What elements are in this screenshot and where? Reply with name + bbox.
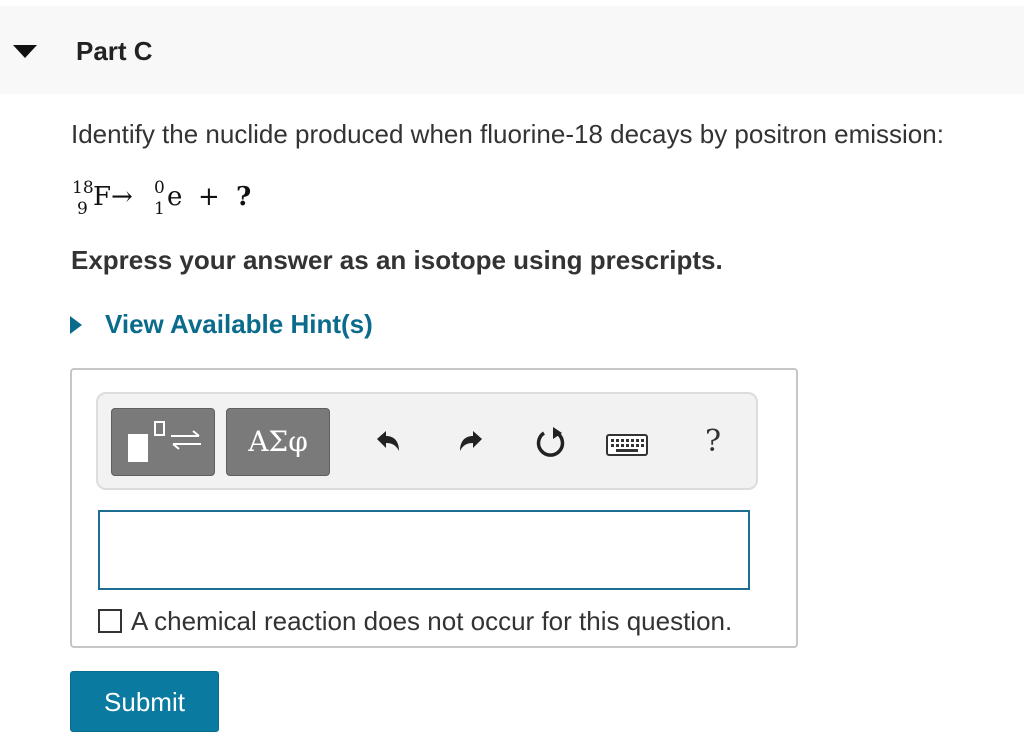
math-toolbar: ΑΣφ ? <box>96 392 758 490</box>
reactant-atomic-number: 9 <box>77 199 88 219</box>
help-button[interactable]: ? <box>698 422 728 462</box>
undo-icon <box>377 431 399 451</box>
unknown-product: ? <box>236 182 252 212</box>
redo-button[interactable] <box>456 428 486 458</box>
reactant-mass-number: 18 <box>72 178 94 198</box>
collapse-arrow-icon[interactable] <box>13 45 37 58</box>
part-title: Part C <box>76 36 153 66</box>
product-atomic-number: 1 <box>154 199 165 219</box>
expand-arrow-icon <box>70 316 82 334</box>
symbols-button[interactable]: ΑΣφ <box>226 408 330 476</box>
no-reaction-label: A chemical reaction does not occur for t… <box>131 606 733 636</box>
reactant-symbol: F <box>93 182 112 212</box>
product-mass-number: 0 <box>154 178 165 198</box>
view-hints-label: View Available Hint(s) <box>105 309 373 339</box>
keyboard-icon <box>606 434 648 456</box>
part-header: Part C <box>0 6 1024 94</box>
answer-panel: ΑΣφ ? A chemical reaction does not occur… <box>70 368 798 648</box>
no-reaction-checkbox[interactable] <box>98 609 122 633</box>
answer-instruction: Express your answer as an isotope using … <box>71 245 723 275</box>
reset-button[interactable] <box>533 424 569 462</box>
answer-input[interactable] <box>98 510 750 590</box>
question-text: Identify the nuclide produced when fluor… <box>71 119 944 149</box>
product-symbol: e <box>167 182 183 212</box>
submit-button[interactable]: Submit <box>70 671 219 732</box>
keyboard-button[interactable] <box>606 434 648 456</box>
undo-button[interactable] <box>373 428 403 458</box>
redo-icon <box>460 431 482 451</box>
templates-button[interactable] <box>111 408 215 476</box>
reaction-arrow: → <box>111 182 133 212</box>
plus-sign: + <box>198 182 220 212</box>
reset-icon <box>536 427 565 457</box>
